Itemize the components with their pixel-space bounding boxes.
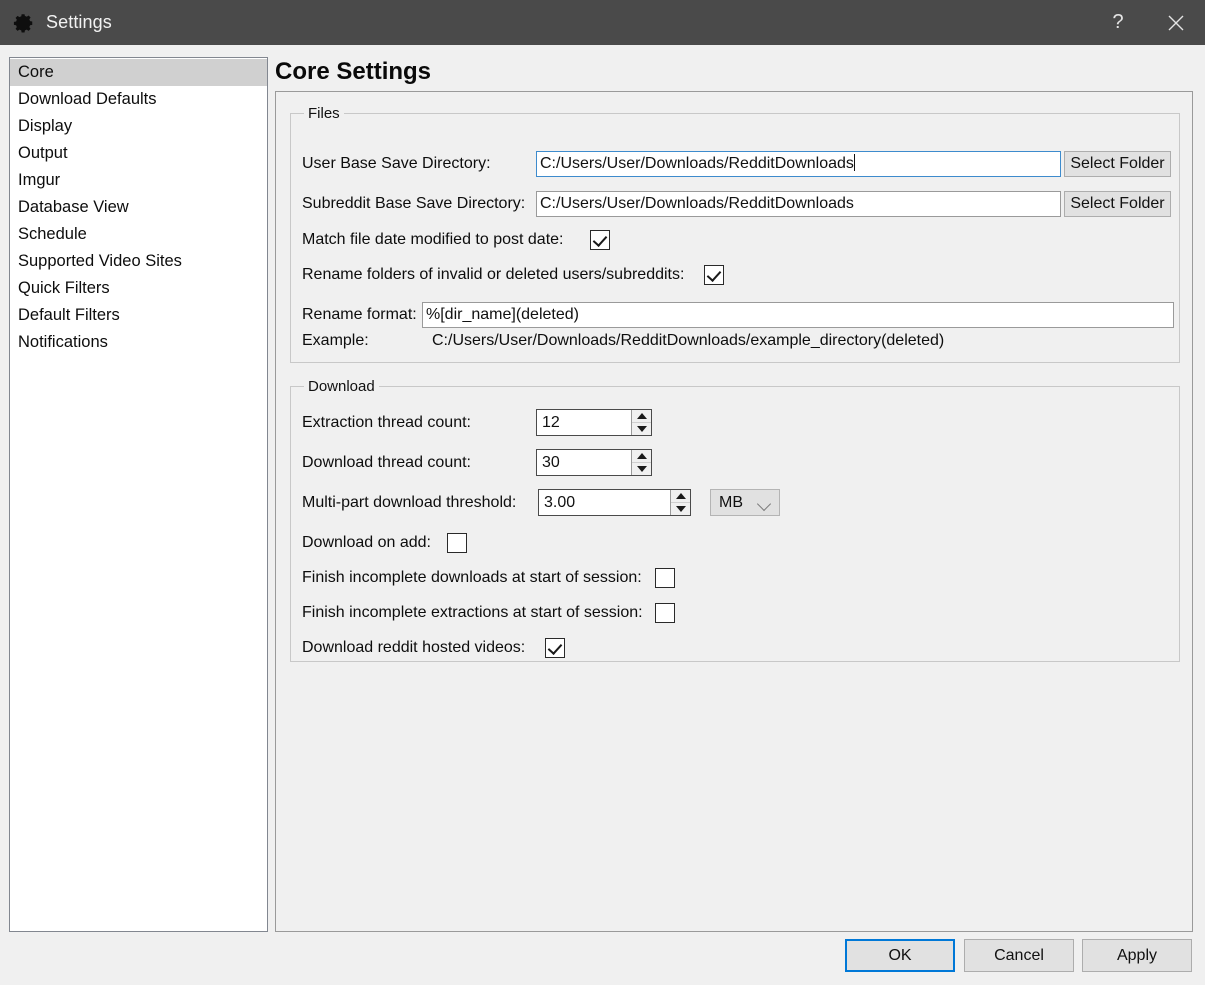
- arrow-up-icon: [676, 493, 686, 499]
- rename-example-row: Example: C:/Users/User/Downloads/RedditD…: [302, 332, 944, 350]
- rename-example-label: Example:: [302, 332, 432, 350]
- rename-format-input[interactable]: %[dir_name](deleted): [422, 302, 1174, 328]
- extraction-thread-count-spinbox[interactable]: 12: [536, 409, 652, 436]
- chevron-down-icon: [757, 497, 771, 511]
- extraction-thread-count-value: 12: [537, 414, 560, 432]
- rename-format-label: Rename format:: [302, 306, 422, 324]
- extraction-thread-count-label: Extraction thread count:: [302, 414, 536, 432]
- page-title: Core Settings: [275, 58, 431, 86]
- rename-folders-checkbox[interactable]: [704, 265, 724, 285]
- download-thread-count-value: 30: [537, 454, 560, 472]
- download-group-label: Download: [304, 378, 379, 395]
- multipart-threshold-row: Multi-part download threshold: 3.00 MB: [302, 489, 780, 516]
- finish-incomplete-extractions-label: Finish incomplete extractions at start o…: [302, 604, 655, 622]
- extraction-thread-count-row: Extraction thread count: 12: [302, 409, 652, 436]
- sidebar-item-schedule[interactable]: Schedule: [10, 221, 267, 248]
- finish-incomplete-downloads-checkbox[interactable]: [655, 568, 675, 588]
- window-title: Settings: [46, 12, 112, 33]
- download-reddit-videos-row: Download reddit hosted videos:: [302, 638, 565, 658]
- multipart-threshold-label: Multi-part download threshold:: [302, 494, 538, 512]
- stepper-down-button[interactable]: [632, 463, 651, 475]
- arrow-down-icon: [637, 426, 647, 432]
- sidebar-item-output[interactable]: Output: [10, 140, 267, 167]
- download-thread-count-label: Download thread count:: [302, 454, 536, 472]
- download-thread-count-stepper[interactable]: [631, 450, 651, 475]
- stepper-up-button[interactable]: [632, 410, 651, 423]
- arrow-down-icon: [637, 466, 647, 472]
- text-caret: [854, 154, 855, 171]
- gear-icon: [13, 12, 35, 34]
- sidebar-item-download-defaults[interactable]: Download Defaults: [10, 86, 267, 113]
- files-group-label: Files: [304, 105, 344, 122]
- finish-incomplete-extractions-checkbox[interactable]: [655, 603, 675, 623]
- rename-folders-row: Rename folders of invalid or deleted use…: [302, 265, 724, 285]
- multipart-threshold-spinbox[interactable]: 3.00: [538, 489, 691, 516]
- cancel-button[interactable]: Cancel: [964, 939, 1074, 972]
- extraction-thread-count-stepper[interactable]: [631, 410, 651, 435]
- multipart-threshold-unit-select[interactable]: MB: [710, 489, 780, 516]
- download-group: Download Extraction thread count: 12 Dow…: [290, 386, 1180, 662]
- close-icon[interactable]: [1147, 0, 1205, 45]
- download-reddit-videos-label: Download reddit hosted videos:: [302, 639, 545, 657]
- user-base-save-directory-label: User Base Save Directory:: [302, 155, 536, 173]
- match-file-date-label: Match file date modified to post date:: [302, 231, 590, 249]
- files-group: Files User Base Save Directory: C:/Users…: [290, 113, 1180, 363]
- sidebar-item-imgur[interactable]: Imgur: [10, 167, 267, 194]
- subreddit-base-save-directory-row: Subreddit Base Save Directory: C:/Users/…: [302, 191, 1171, 217]
- download-on-add-label: Download on add:: [302, 534, 447, 552]
- stepper-up-button[interactable]: [671, 490, 690, 503]
- sidebar-item-quick-filters[interactable]: Quick Filters: [10, 275, 267, 302]
- multipart-threshold-stepper[interactable]: [670, 490, 690, 515]
- settings-category-list[interactable]: Core Download Defaults Display Output Im…: [9, 57, 268, 932]
- title-bar: Settings ?: [0, 0, 1205, 45]
- subreddit-base-save-directory-input[interactable]: C:/Users/User/Downloads/RedditDownloads: [536, 191, 1061, 217]
- stepper-up-button[interactable]: [632, 450, 651, 463]
- multipart-threshold-value: 3.00: [539, 494, 575, 512]
- arrow-down-icon: [676, 506, 686, 512]
- user-base-save-directory-row: User Base Save Directory: C:/Users/User/…: [302, 151, 1171, 177]
- settings-dialog: Settings ? Core Download Defaults Displa…: [0, 0, 1205, 985]
- download-thread-count-spinbox[interactable]: 30: [536, 449, 652, 476]
- settings-content-panel: Files User Base Save Directory: C:/Users…: [275, 91, 1193, 932]
- download-on-add-row: Download on add:: [302, 533, 467, 553]
- user-base-select-folder-button[interactable]: Select Folder: [1064, 151, 1171, 177]
- rename-folders-label: Rename folders of invalid or deleted use…: [302, 266, 704, 284]
- stepper-down-button[interactable]: [671, 503, 690, 515]
- download-reddit-videos-checkbox[interactable]: [545, 638, 565, 658]
- match-file-date-row: Match file date modified to post date:: [302, 230, 610, 250]
- match-file-date-checkbox[interactable]: [590, 230, 610, 250]
- ok-button[interactable]: OK: [845, 939, 955, 972]
- download-on-add-checkbox[interactable]: [447, 533, 467, 553]
- multipart-threshold-unit-value: MB: [719, 494, 743, 512]
- arrow-up-icon: [637, 413, 647, 419]
- sidebar-item-default-filters[interactable]: Default Filters: [10, 302, 267, 329]
- subreddit-base-save-directory-label: Subreddit Base Save Directory:: [302, 195, 536, 213]
- rename-example-value: C:/Users/User/Downloads/RedditDownloads/…: [432, 332, 944, 350]
- sidebar-item-notifications[interactable]: Notifications: [10, 329, 267, 356]
- stepper-down-button[interactable]: [632, 423, 651, 435]
- rename-format-row: Rename format: %[dir_name](deleted): [302, 302, 1174, 328]
- user-base-save-directory-input[interactable]: C:/Users/User/Downloads/RedditDownloads: [536, 151, 1061, 177]
- window-controls: ?: [1089, 0, 1205, 45]
- apply-button[interactable]: Apply: [1082, 939, 1192, 972]
- help-button[interactable]: ?: [1089, 0, 1147, 45]
- subreddit-base-select-folder-button[interactable]: Select Folder: [1064, 191, 1171, 217]
- finish-incomplete-extractions-row: Finish incomplete extractions at start o…: [302, 603, 675, 623]
- sidebar-item-supported-video-sites[interactable]: Supported Video Sites: [10, 248, 267, 275]
- download-thread-count-row: Download thread count: 30: [302, 449, 652, 476]
- finish-incomplete-downloads-label: Finish incomplete downloads at start of …: [302, 569, 655, 587]
- arrow-up-icon: [637, 453, 647, 459]
- sidebar-item-database-view[interactable]: Database View: [10, 194, 267, 221]
- sidebar-item-display[interactable]: Display: [10, 113, 267, 140]
- sidebar-item-core[interactable]: Core: [10, 59, 267, 86]
- finish-incomplete-downloads-row: Finish incomplete downloads at start of …: [302, 568, 675, 588]
